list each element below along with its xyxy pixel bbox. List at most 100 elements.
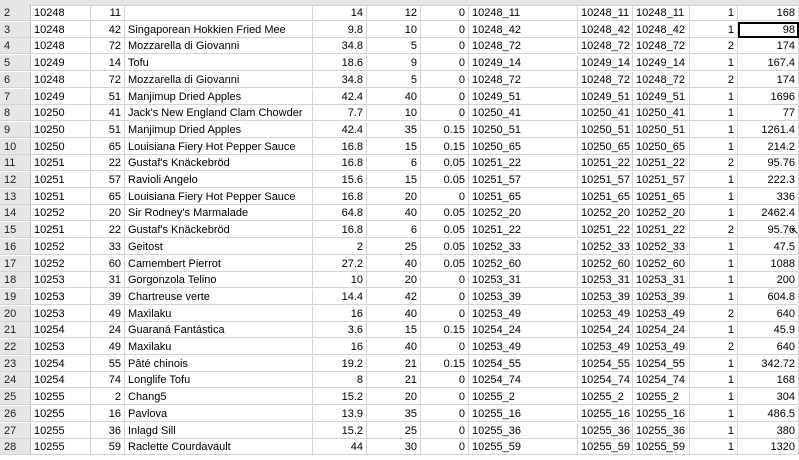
- row-header[interactable]: 21: [0, 322, 31, 339]
- cell-key[interactable]: 10251_57: [469, 172, 578, 188]
- cell-unit-price[interactable]: 14.4: [313, 288, 367, 305]
- cell-key[interactable]: 10253_31: [469, 272, 578, 289]
- cell-quantity[interactable]: 10: [367, 21, 421, 38]
- cell-discount[interactable]: 0.05: [421, 238, 469, 255]
- cell-discount[interactable]: 0.05: [421, 205, 469, 222]
- cell-key-match[interactable]: 10249_51: [633, 88, 690, 105]
- cell-quantity[interactable]: 6: [367, 222, 421, 239]
- cell-key-match[interactable]: 10254_55: [633, 355, 690, 372]
- row-header[interactable]: 11: [0, 155, 31, 172]
- row-header[interactable]: 8: [0, 105, 31, 122]
- row-header[interactable]: 12: [0, 172, 31, 188]
- cell-total[interactable]: 1320: [738, 439, 799, 456]
- cell-count[interactable]: 1: [690, 355, 738, 372]
- cell-key-match[interactable]: 10252_20: [633, 205, 690, 222]
- cell-key-lookup[interactable]: 10250_51: [578, 121, 633, 138]
- cell-discount[interactable]: 0.05: [421, 172, 469, 188]
- cell-total[interactable]: 45.9: [738, 322, 799, 339]
- cell-quantity[interactable]: 20: [367, 389, 421, 406]
- cell-quantity[interactable]: 25: [367, 238, 421, 255]
- cell-product-id[interactable]: 2: [91, 389, 125, 406]
- cell-quantity[interactable]: 35: [367, 405, 421, 422]
- cell-discount[interactable]: 0: [421, 55, 469, 72]
- cell-key[interactable]: 10249_51: [469, 88, 578, 105]
- cell-key-lookup[interactable]: 10248_11: [578, 5, 633, 21]
- cell-order-id[interactable]: 10253: [31, 305, 91, 322]
- cell-order-id[interactable]: 10251: [31, 172, 91, 188]
- cell-key-match[interactable]: 10253_49: [633, 305, 690, 322]
- cell-total[interactable]: 486.5: [738, 405, 799, 422]
- cell-unit-price[interactable]: 44: [313, 439, 367, 456]
- cell-product-name[interactable]: Chartreuse verte: [125, 288, 313, 305]
- row-header[interactable]: 19: [0, 288, 31, 305]
- cell-product-id[interactable]: 14: [91, 55, 125, 72]
- cell-discount[interactable]: 0: [421, 288, 469, 305]
- cell-total[interactable]: 640: [738, 339, 799, 355]
- cell-key[interactable]: 10249_14: [469, 55, 578, 72]
- row-header[interactable]: 26: [0, 405, 31, 422]
- cell-key-lookup[interactable]: 10249_51: [578, 88, 633, 105]
- cell-count[interactable]: 1: [690, 138, 738, 155]
- cell-key[interactable]: 10250_41: [469, 105, 578, 122]
- cell-discount[interactable]: 0.15: [421, 121, 469, 138]
- cell-total[interactable]: 1261.4: [738, 121, 799, 138]
- cell-count[interactable]: 2: [690, 155, 738, 172]
- cell-key-lookup[interactable]: 10250_65: [578, 138, 633, 155]
- cell-quantity[interactable]: 5: [367, 71, 421, 88]
- cell-unit-price[interactable]: 3.6: [313, 322, 367, 339]
- cell-product-name[interactable]: Manjimup Dried Apples: [125, 121, 313, 138]
- cell-key-lookup[interactable]: 10253_49: [578, 305, 633, 322]
- cell-product-name[interactable]: Geitost: [125, 238, 313, 255]
- cell-count[interactable]: 1: [690, 105, 738, 122]
- cell-quantity[interactable]: 6: [367, 155, 421, 172]
- cell-product-id[interactable]: 11: [91, 5, 125, 21]
- cell-total[interactable]: 336: [738, 188, 799, 205]
- cell-product-id[interactable]: 72: [91, 71, 125, 88]
- cell-unit-price[interactable]: 9.8: [313, 21, 367, 38]
- cell-quantity[interactable]: 20: [367, 188, 421, 205]
- cell-unit-price[interactable]: 34.8: [313, 38, 367, 55]
- cell-discount[interactable]: 0: [421, 21, 469, 38]
- cell-order-id[interactable]: 10248: [31, 21, 91, 38]
- cell-count[interactable]: 1: [690, 372, 738, 389]
- cell-key-lookup[interactable]: 10249_14: [578, 55, 633, 72]
- cell-discount[interactable]: 0.05: [421, 255, 469, 272]
- cell-product-name[interactable]: Jack's New England Clam Chowder: [125, 105, 313, 122]
- cell-key-match[interactable]: 10254_74: [633, 372, 690, 389]
- cell-quantity[interactable]: 15: [367, 172, 421, 188]
- cell-discount[interactable]: 0: [421, 188, 469, 205]
- cell-count[interactable]: 1: [690, 439, 738, 456]
- cell-total[interactable]: 168: [738, 372, 799, 389]
- cell-key-lookup[interactable]: 10253_49: [578, 339, 633, 355]
- cell-quantity[interactable]: 35: [367, 121, 421, 138]
- cell-product-name[interactable]: Inlagd Sill: [125, 422, 313, 439]
- cell-key-lookup[interactable]: 10248_72: [578, 38, 633, 55]
- cell-product-id[interactable]: 60: [91, 255, 125, 272]
- cell-unit-price[interactable]: 18.6: [313, 55, 367, 72]
- cell-product-name[interactable]: Chang5: [125, 389, 313, 406]
- cell-unit-price[interactable]: 42.4: [313, 121, 367, 138]
- cell-key[interactable]: 10254_74: [469, 372, 578, 389]
- cell-key-match[interactable]: 10255_59: [633, 439, 690, 456]
- cell-discount[interactable]: 0: [421, 389, 469, 406]
- cell-key-match[interactable]: 10248_42: [633, 21, 690, 38]
- cell-order-id[interactable]: 10251: [31, 222, 91, 239]
- cell-key-lookup[interactable]: 10253_39: [578, 288, 633, 305]
- cell-order-id[interactable]: 10255: [31, 422, 91, 439]
- cell-product-id[interactable]: 16: [91, 405, 125, 422]
- cell-count[interactable]: 1: [690, 121, 738, 138]
- cell-unit-price[interactable]: 8: [313, 372, 367, 389]
- cell-order-id[interactable]: 10253: [31, 288, 91, 305]
- cell-total[interactable]: 604.8: [738, 288, 799, 305]
- row-header[interactable]: 28: [0, 439, 31, 456]
- cell-key-match[interactable]: 10254_24: [633, 322, 690, 339]
- cell-quantity[interactable]: 40: [367, 205, 421, 222]
- cell-unit-price[interactable]: 42.4: [313, 88, 367, 105]
- cell-total[interactable]: 174: [738, 71, 799, 88]
- cell-count[interactable]: 1: [690, 405, 738, 422]
- cell-key[interactable]: 10253_39: [469, 288, 578, 305]
- cell-product-name[interactable]: Sir Rodney's Marmalade: [125, 205, 313, 222]
- cell-key-lookup[interactable]: 10254_55: [578, 355, 633, 372]
- cell-key-lookup[interactable]: 10254_24: [578, 322, 633, 339]
- cell-quantity[interactable]: 25: [367, 422, 421, 439]
